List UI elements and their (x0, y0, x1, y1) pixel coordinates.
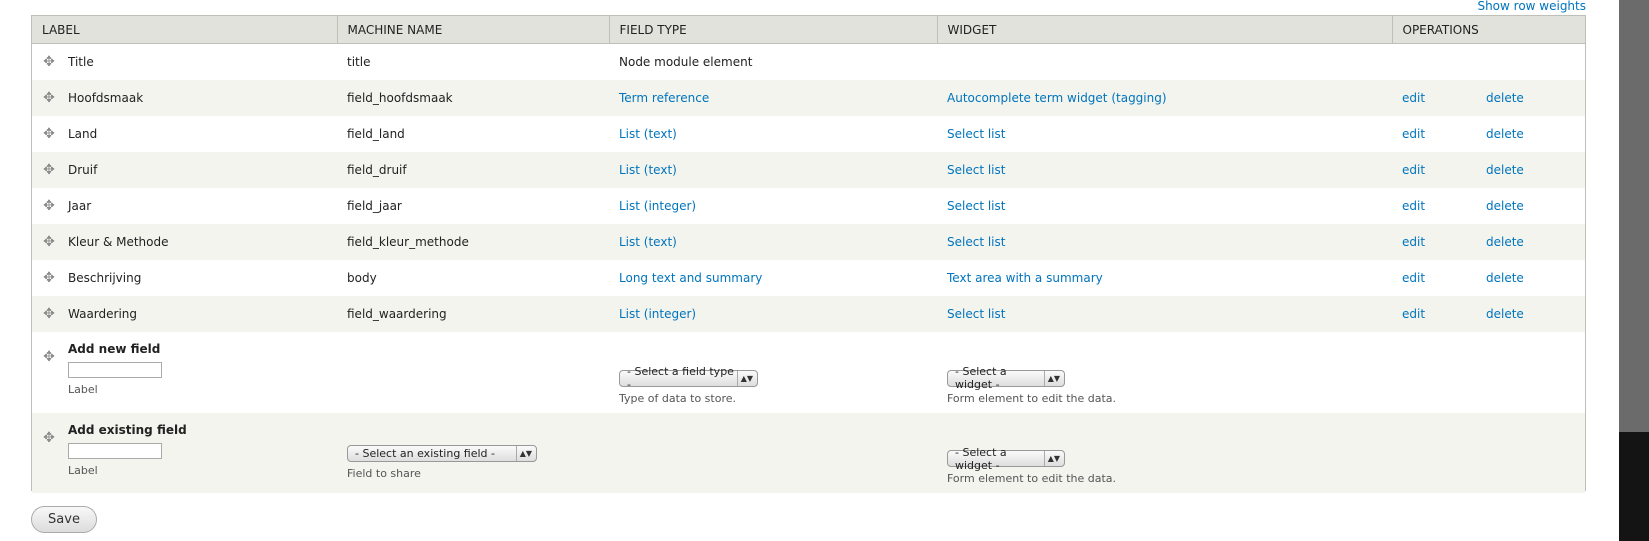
widget-link[interactable]: Select list (947, 163, 1005, 177)
drag-handle-icon[interactable]: ✥ (42, 235, 56, 249)
drag-handle-icon[interactable]: ✥ (42, 91, 56, 105)
widget-link[interactable]: Select list (947, 199, 1005, 213)
drag-handle-icon[interactable]: ✥ (42, 307, 56, 321)
edit-link[interactable]: edit (1402, 235, 1486, 249)
edit-link[interactable]: edit (1402, 127, 1486, 141)
table-row: ✥ Kleur & Methode field_kleur_methode List … (32, 224, 1585, 260)
window-edge-dark (1619, 432, 1649, 541)
existing-field-widget-desc: Form element to edit the data. (947, 472, 1117, 485)
field-label: Land (68, 127, 98, 141)
field-type-link[interactable]: Long text and summary (619, 271, 762, 285)
delete-link[interactable]: delete (1486, 307, 1524, 321)
select-arrows-icon: ▲▼ (1043, 451, 1060, 466)
edit-link[interactable]: edit (1402, 91, 1486, 105)
drag-handle-icon[interactable]: ✥ (42, 163, 56, 177)
window-edge (1619, 0, 1649, 541)
field-type-link[interactable]: List (integer) (619, 199, 696, 213)
drag-handle-icon[interactable]: ✥ (42, 431, 56, 445)
delete-link[interactable]: delete (1486, 271, 1524, 285)
field-type-link[interactable]: List (integer) (619, 307, 696, 321)
new-field-label-desc: Label (68, 383, 98, 396)
widget-link[interactable]: Text area with a summary (947, 271, 1103, 285)
new-field-widget-desc: Form element to edit the data. (947, 391, 1117, 405)
field-label: Waardering (68, 307, 138, 321)
existing-field-label-input[interactable] (68, 442, 162, 459)
show-row-weights-link[interactable]: Show row weights (1477, 0, 1586, 13)
drag-handle-icon[interactable]: ✥ (42, 199, 56, 213)
col-widget: WIDGET (937, 16, 1393, 44)
field-label: Druif (68, 163, 98, 177)
widget-link[interactable]: Select list (947, 127, 1005, 141)
delete-link[interactable]: delete (1486, 91, 1524, 105)
table-row: ✥ Title title Node module element (32, 43, 1585, 80)
delete-link[interactable]: delete (1486, 127, 1524, 141)
field-label: Hoofdsmaak (68, 91, 144, 105)
field-type-link[interactable]: List (text) (619, 235, 677, 249)
col-field-type: FIELD TYPE (609, 16, 938, 44)
table-row: ✥ Druif field_druif List (text) Select list e… (32, 152, 1585, 188)
field-label: Jaar (68, 199, 92, 213)
widget-link[interactable]: Select list (947, 307, 1005, 321)
machine-name: field_kleur_methode (347, 235, 469, 249)
delete-link[interactable]: delete (1486, 235, 1524, 249)
add-existing-field-title: Add existing field (68, 422, 187, 437)
delete-link[interactable]: delete (1486, 199, 1524, 213)
table-row: ✥ Beschrijving body Long text and summary Te… (32, 260, 1585, 296)
machine-name: title (347, 55, 371, 69)
table-header: LABEL MACHINE NAME FIELD TYPE WIDGET OPE… (32, 16, 1585, 44)
field-type-text: Node module element (619, 55, 753, 69)
add-new-field-title: Add new field (68, 342, 161, 356)
select-arrows-icon: ▲▼ (736, 370, 753, 386)
field-type-desc: Type of data to store. (619, 391, 736, 405)
edit-link[interactable]: edit (1402, 271, 1486, 285)
edit-link[interactable]: edit (1402, 307, 1486, 321)
select-arrows-icon: ▲▼ (1043, 370, 1060, 386)
drag-handle-icon[interactable]: ✥ (42, 271, 56, 285)
machine-name: field_hoofdsmaak (347, 91, 453, 105)
table-row: ✥ Hoofdsmaak field_hoofdsmaak Term referenc… (32, 80, 1585, 116)
field-type-link[interactable]: List (text) (619, 127, 677, 141)
widget-link[interactable]: Select list (947, 235, 1005, 249)
delete-link[interactable]: delete (1486, 163, 1524, 177)
field-label: Beschrijving (68, 271, 142, 285)
field-label: Title (68, 55, 94, 69)
machine-name: field_druif (347, 163, 407, 177)
table-row: ✥ Land field_land List (text) Select list edi… (32, 116, 1585, 152)
existing-field-desc: Field to share (347, 466, 421, 480)
edit-link[interactable]: edit (1402, 163, 1486, 177)
edit-link[interactable]: edit (1402, 199, 1486, 213)
table-row: ✥ Waardering field_waardering List (integer… (32, 296, 1585, 332)
existing-field-widget-select[interactable]: - Select a widget - ▲▼ (947, 446, 1065, 472)
select-arrows-icon: ▲▼ (515, 445, 532, 461)
existing-field-label-desc: Label (68, 463, 98, 477)
machine-name: field_waardering (347, 307, 447, 321)
machine-name: body (347, 271, 377, 285)
new-field-widget-select[interactable]: - Select a widget - ▲▼ (947, 365, 1065, 391)
existing-field-select[interactable]: - Select an existing field - ▲▼ (347, 444, 537, 462)
add-new-field-row: ✥ Add new field Label - Select a field t… (32, 332, 1585, 413)
field-type-link[interactable]: List (text) (619, 163, 677, 177)
col-label: LABEL (32, 16, 338, 44)
col-machine-name: MACHINE NAME (337, 16, 610, 44)
field-type-select[interactable]: - Select a field type - ▲▼ (619, 365, 758, 391)
save-button[interactable]: Save (31, 506, 97, 533)
field-label: Kleur & Methode (68, 235, 169, 249)
drag-handle-icon[interactable]: ✥ (42, 350, 56, 364)
field-type-link[interactable]: Term reference (619, 91, 709, 105)
col-operations: OPERATIONS (1392, 16, 1585, 44)
machine-name: field_jaar (347, 199, 402, 213)
drag-handle-icon[interactable]: ✥ (42, 127, 56, 141)
fields-table: LABEL MACHINE NAME FIELD TYPE WIDGET OPE… (31, 15, 1586, 493)
table-row: ✥ Jaar field_jaar List (integer) Select list… (32, 188, 1585, 224)
widget-link[interactable]: Autocomplete term widget (tagging) (947, 91, 1167, 105)
new-field-label-input[interactable] (68, 362, 162, 378)
machine-name: field_land (347, 127, 405, 141)
drag-handle-icon[interactable]: ✥ (42, 55, 56, 69)
add-existing-field-row: ✥ Add existing field Label - Select an e… (32, 412, 1585, 493)
